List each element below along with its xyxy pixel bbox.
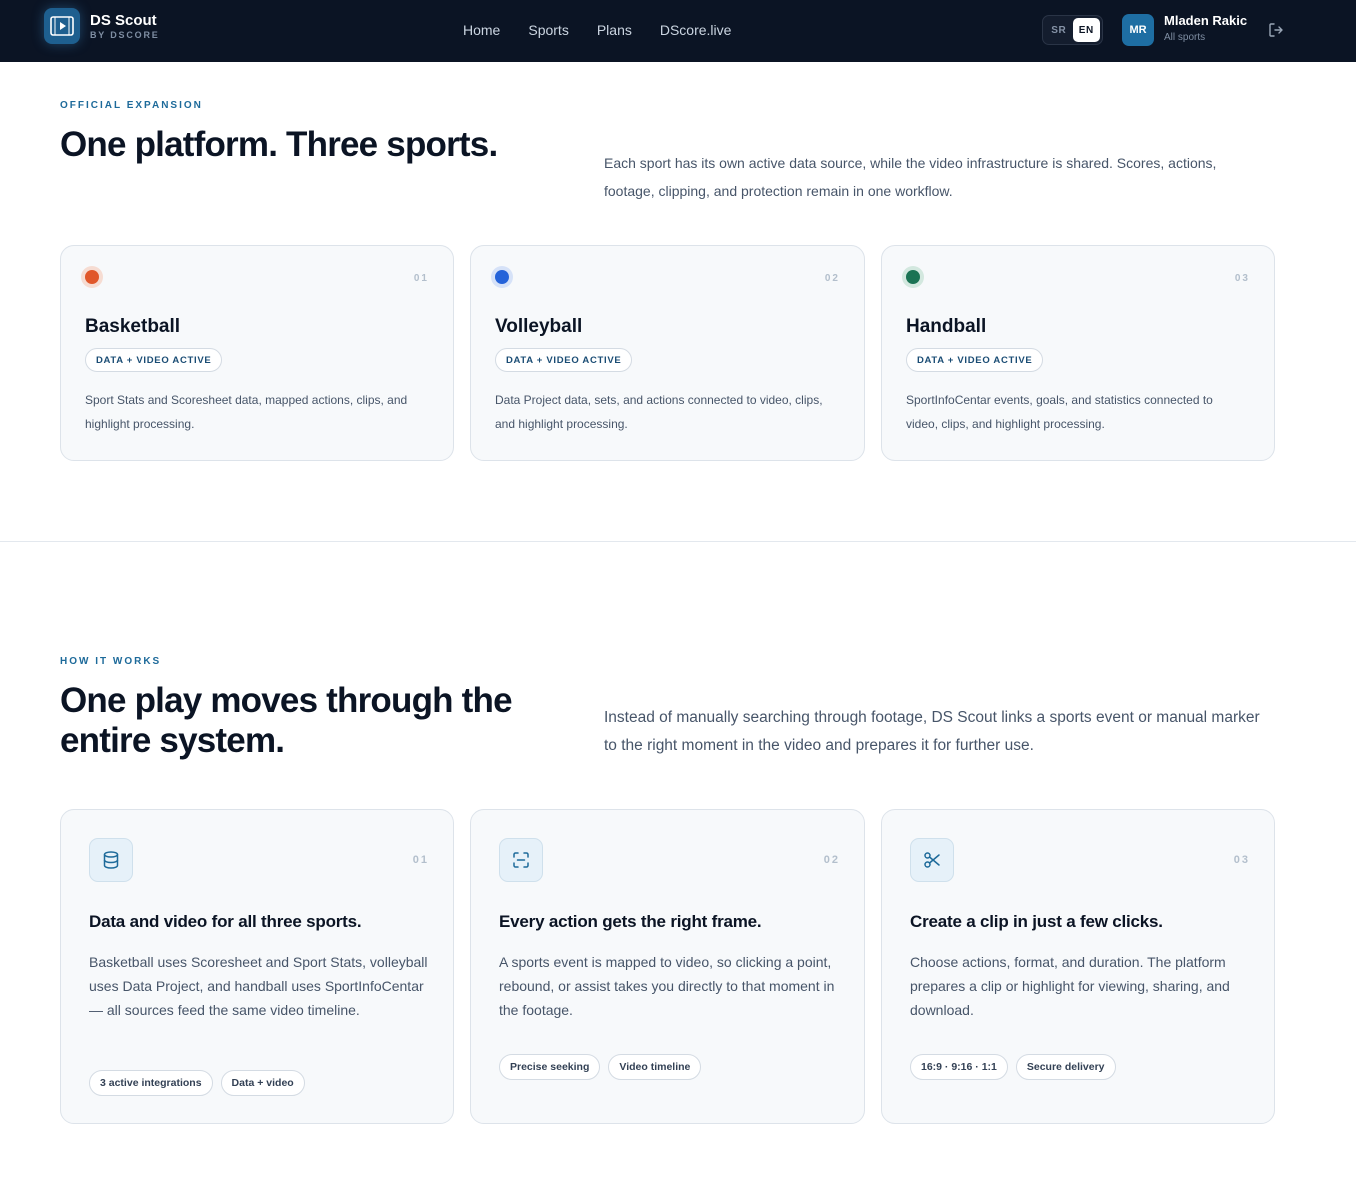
card-title: Basketball xyxy=(85,316,181,337)
expansion-title: One platform. Three sports. xyxy=(60,125,498,164)
step-card-clip: 03 Create a clip in just a few clicks. C… xyxy=(881,809,1275,1124)
section-divider xyxy=(0,541,1356,542)
step-chips: 3 active integrations Data + video xyxy=(89,1070,305,1096)
card-description: Data Project data, sets, and actions con… xyxy=(495,393,823,431)
card-title: Handball xyxy=(906,316,987,337)
logout-icon[interactable] xyxy=(1267,21,1285,39)
card-title: Volleyball xyxy=(495,316,583,337)
chip: Secure delivery xyxy=(1015,1054,1116,1080)
step-description: A sports event is mapped to video, so cl… xyxy=(499,954,835,1018)
expansion-eyebrow: OFFICIAL EXPANSION xyxy=(60,100,203,111)
nav-dscore-live[interactable]: DScore.live xyxy=(660,20,732,40)
main-nav: Home Sports Plans DScore.live xyxy=(463,20,731,40)
nav-plans[interactable]: Plans xyxy=(597,20,632,40)
status-badge: DATA + VIDEO ACTIVE xyxy=(85,348,223,372)
scissors-icon xyxy=(910,838,954,882)
step-chips: 16:9 · 9:16 · 1:1 Secure delivery xyxy=(910,1054,1116,1080)
expansion-lead: Each sport has its own active data sourc… xyxy=(604,155,1217,199)
sport-card-volleyball[interactable]: 02 Volleyball DATA + VIDEO ACTIVE Data P… xyxy=(470,245,865,461)
step-description: Basketball uses Scoresheet and Sport Sta… xyxy=(89,954,428,1018)
step-number: 03 xyxy=(1233,854,1250,866)
step-card-data-video: 01 Data and video for all three sports. … xyxy=(60,809,454,1124)
nav-sports[interactable]: Sports xyxy=(528,20,568,40)
chip: Precise seeking xyxy=(499,1054,601,1080)
how-eyebrow: HOW IT WORKS xyxy=(60,656,162,667)
step-number: 01 xyxy=(412,854,429,866)
avatar[interactable]: MR xyxy=(1122,14,1154,46)
nav-home[interactable]: Home xyxy=(463,20,500,40)
top-navbar: DS Scout BY DSCORE Home Sports Plans DSc… xyxy=(0,0,1356,62)
step-title: Create a clip in just a few clicks. xyxy=(910,912,1163,931)
step-chips: Precise seeking Video timeline xyxy=(499,1054,702,1080)
status-badge: DATA + VIDEO ACTIVE xyxy=(906,348,1044,372)
user-scope: All sports xyxy=(1164,32,1206,43)
brand[interactable]: DS Scout BY DSCORE xyxy=(44,8,160,44)
chip: 3 active integrations xyxy=(89,1070,213,1096)
user-name: Mladen Rakic xyxy=(1164,13,1248,28)
card-number: 01 xyxy=(413,273,429,284)
lang-en-button[interactable]: EN xyxy=(1072,18,1100,42)
step-card-frame: 02 Every action gets the right frame. A … xyxy=(470,809,865,1124)
card-number: 03 xyxy=(1234,273,1250,284)
status-badge: DATA + VIDEO ACTIVE xyxy=(495,348,633,372)
sport-card-basketball[interactable]: 01 Basketball DATA + VIDEO ACTIVE Sport … xyxy=(60,245,454,461)
card-number: 02 xyxy=(824,273,840,284)
language-switcher: SR EN xyxy=(1042,15,1103,45)
card-description: SportInfoCentar events, goals, and stati… xyxy=(906,393,1213,431)
chip: Data + video xyxy=(220,1070,305,1096)
chip: Video timeline xyxy=(608,1054,702,1080)
chip: 16:9 · 9:16 · 1:1 xyxy=(910,1054,1008,1080)
how-title: One play moves through the entire system… xyxy=(60,681,513,760)
step-number: 02 xyxy=(823,854,840,866)
volleyball-dot-icon xyxy=(495,270,509,284)
card-description: Sport Stats and Scoresheet data, mapped … xyxy=(85,393,408,431)
database-icon xyxy=(89,838,133,882)
play-logo-icon xyxy=(44,8,80,44)
sport-card-handball[interactable]: 03 Handball DATA + VIDEO ACTIVE SportInf… xyxy=(881,245,1275,461)
step-title: Data and video for all three sports. xyxy=(89,912,362,931)
step-description: Choose actions, format, and duration. Th… xyxy=(910,954,1230,1018)
user-info[interactable]: Mladen Rakic All sports xyxy=(1164,13,1247,47)
lang-sr-button[interactable]: SR xyxy=(1045,18,1073,42)
brand-title: DS Scout xyxy=(90,11,157,29)
step-title: Every action gets the right frame. xyxy=(499,912,762,931)
basketball-dot-icon xyxy=(85,270,99,284)
scan-icon xyxy=(499,838,543,882)
handball-dot-icon xyxy=(906,270,920,284)
brand-subtitle: BY DSCORE xyxy=(90,29,160,40)
how-lead: Instead of manually searching through fo… xyxy=(604,709,1260,754)
